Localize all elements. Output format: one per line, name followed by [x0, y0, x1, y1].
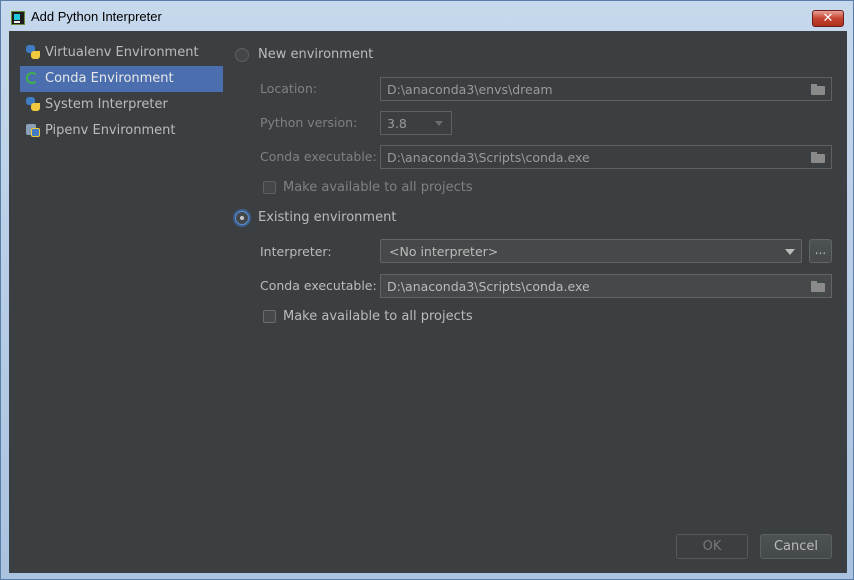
python-icon: [26, 45, 40, 59]
browse-interpreter-button[interactable]: ...: [809, 239, 832, 263]
interpreter-value: <No interpreter>: [389, 244, 499, 259]
location-label: Location:: [260, 81, 318, 96]
sidebar-item-label: Virtualenv Environment: [45, 45, 199, 60]
python-version-label: Python version:: [260, 115, 358, 130]
interpreter-label: Interpreter:: [260, 244, 332, 259]
make-available-existing-option[interactable]: Make available to all projects: [263, 309, 483, 327]
conda-executable-field[interactable]: D:\anaconda3\Scripts\conda.exe: [380, 145, 832, 169]
make-available-new-checkbox[interactable]: [263, 181, 276, 194]
conda-executable-label: Conda executable:: [260, 278, 377, 293]
location-value: D:\anaconda3\envs\dream: [387, 82, 553, 97]
sidebar-item-label: System Interpreter: [45, 97, 168, 112]
conda-executable-label: Conda executable:: [260, 149, 377, 164]
ok-button[interactable]: OK: [676, 534, 748, 559]
sidebar-item-conda[interactable]: Conda Environment: [20, 66, 223, 92]
cancel-button[interactable]: Cancel: [760, 534, 832, 559]
sidebar-item-system[interactable]: System Interpreter: [20, 92, 223, 118]
conda-icon: [26, 72, 38, 84]
make-available-new-label: Make available to all projects: [283, 180, 473, 195]
title-bar[interactable]: Add Python Interpreter ✕: [1, 1, 853, 31]
window-title: Add Python Interpreter: [31, 9, 162, 24]
close-button[interactable]: ✕: [812, 10, 844, 27]
make-available-new-option[interactable]: Make available to all projects: [263, 180, 483, 198]
conda-executable-field[interactable]: D:\anaconda3\Scripts\conda.exe: [380, 274, 832, 298]
new-environment-radio[interactable]: [235, 48, 249, 62]
dialog-window: Add Python Interpreter ✕ Virtualenv Envi…: [0, 0, 854, 580]
interpreter-select[interactable]: <No interpreter>: [380, 239, 802, 263]
sidebar-item-label: Conda Environment: [45, 71, 174, 86]
sidebar-item-pipenv[interactable]: Pipenv Environment: [20, 118, 223, 144]
folder-icon[interactable]: [811, 84, 825, 95]
dialog-content: Virtualenv Environment Conda Environment…: [9, 31, 847, 573]
existing-environment-label: Existing environment: [258, 210, 397, 225]
make-available-existing-label: Make available to all projects: [283, 309, 473, 324]
sidebar-item-label: Pipenv Environment: [45, 123, 176, 138]
conda-settings-panel: New environment Location: D:\anaconda3\e…: [235, 31, 847, 573]
folder-icon[interactable]: [811, 281, 825, 292]
sidebar-item-virtualenv[interactable]: Virtualenv Environment: [20, 40, 223, 66]
pycharm-app-icon: [11, 11, 25, 25]
make-available-existing-checkbox[interactable]: [263, 310, 276, 323]
conda-executable-value: D:\anaconda3\Scripts\conda.exe: [387, 279, 590, 294]
interpreter-type-list: Virtualenv Environment Conda Environment…: [20, 40, 223, 144]
python-version-value: 3.8: [387, 116, 407, 131]
python-version-select[interactable]: 3.8: [380, 111, 452, 135]
folder-icon[interactable]: [811, 152, 825, 163]
new-environment-label: New environment: [258, 47, 374, 62]
conda-executable-value: D:\anaconda3\Scripts\conda.exe: [387, 150, 590, 165]
chevron-down-icon: [435, 121, 443, 126]
python-icon: [26, 97, 40, 111]
pipenv-icon: [26, 123, 40, 137]
existing-environment-option[interactable]: Existing environment: [235, 210, 435, 228]
chevron-down-icon: [785, 249, 795, 255]
location-field[interactable]: D:\anaconda3\envs\dream: [380, 77, 832, 101]
new-environment-option[interactable]: New environment: [235, 47, 435, 65]
existing-environment-radio[interactable]: [235, 211, 249, 225]
